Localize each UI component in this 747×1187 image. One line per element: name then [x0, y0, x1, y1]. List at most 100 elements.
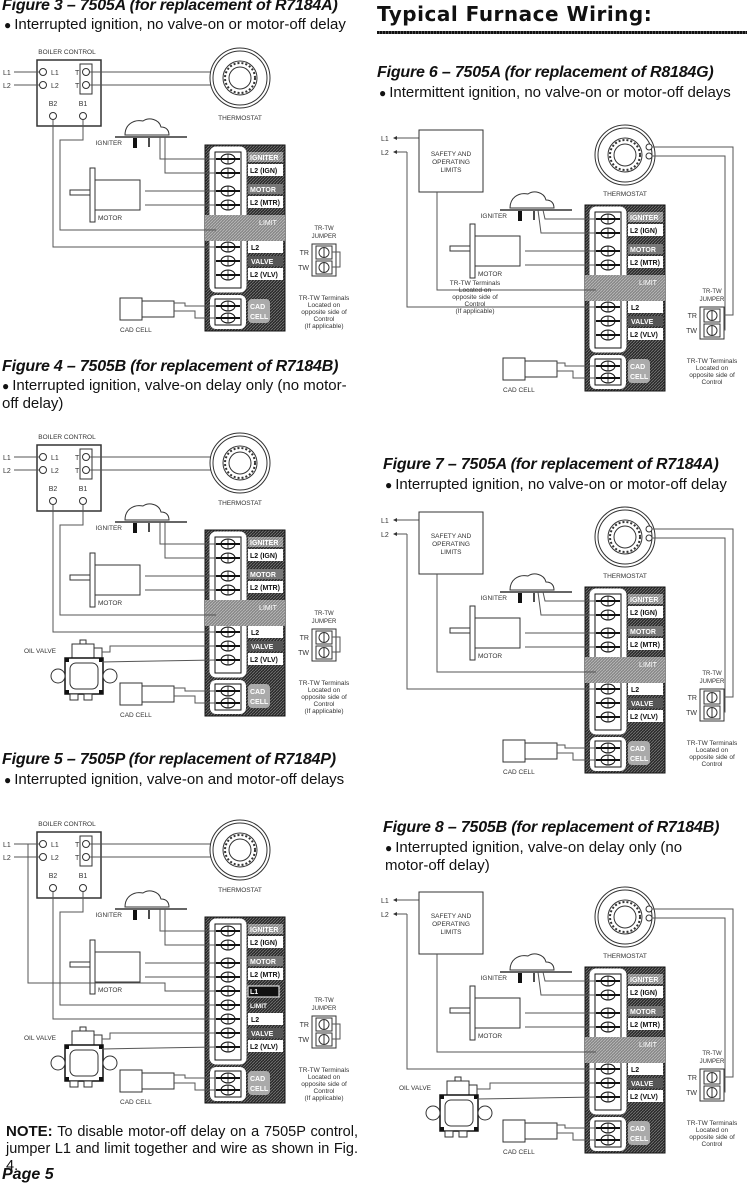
solenoid-top	[79, 639, 87, 645]
control-motor-label: MOTOR	[630, 1009, 656, 1016]
safety-limits-label: OPERATING	[432, 541, 470, 548]
pump-bolt	[99, 1077, 103, 1081]
solenoid-cap	[93, 1034, 103, 1046]
thermostat: THERMOSTAT	[594, 124, 656, 198]
thermostat-terminal	[645, 152, 653, 160]
figure-5-diagram: BOILER CONTROL L1 L1 T L2 L2 T B2 B1 THERMOSTAT IG…	[3, 819, 350, 1106]
bullet-icon: ●	[379, 86, 387, 100]
igniter-label: IGNITER	[96, 525, 123, 532]
limit-band	[205, 600, 285, 626]
jumper-tr-label: TR	[300, 635, 309, 642]
control-7505: IGNITER L2 (IGN) MOTOR L2 (MTR) LIMIT L2 VALVE…	[584, 586, 666, 774]
control-l2-vlv-label: L2 (VLV)	[250, 657, 278, 664]
motor-flange	[469, 605, 476, 661]
control-l2-vlv-label: L2 (VLV)	[250, 1044, 278, 1051]
note-text: NOTE: To disable motor-off delay on a 75…	[6, 1123, 358, 1174]
overlapping-terminals-note: Control	[465, 301, 487, 308]
terminal-t-label: T	[75, 855, 80, 862]
screw-icon	[82, 853, 90, 861]
terminal-t-label: T	[75, 70, 80, 77]
cad-cell-label: CAD CELL	[120, 327, 152, 334]
igniter-electrode	[133, 523, 137, 533]
arrow-icon	[393, 136, 397, 140]
motor-body	[94, 951, 141, 983]
bullet-icon: ●	[4, 773, 12, 787]
oil-valve-label: OIL VALVE	[399, 1085, 432, 1092]
wiring-diagram: L1 L2 SAFETY ANDOPERATINGLIMITS THERMOSTAT I…	[381, 506, 738, 776]
solenoid-top	[79, 1026, 87, 1032]
cad-cell: CAD CELL	[502, 739, 558, 776]
cad-cell-body	[502, 739, 526, 763]
cad-cell: CAD CELL	[119, 297, 175, 334]
pump-foot	[83, 693, 93, 701]
jumper-title: TR-TW	[314, 611, 334, 617]
control-l2-ign-label: L2 (IGN)	[630, 990, 657, 997]
motor-body	[94, 179, 141, 211]
jumper-tr-label: TR	[300, 250, 309, 257]
overlapping-terminals-note: opposite side of	[452, 294, 498, 301]
figure-4-description: ● Interrupted ignition, valve-on delay on…	[2, 377, 347, 412]
cad-cell-label: CAD CELL	[120, 1099, 152, 1106]
valve-wire	[476, 1096, 597, 1100]
safety-limits-label: OPERATING	[432, 921, 470, 928]
igniter: IGNITER	[481, 953, 572, 983]
control-valve-label: VALVE	[251, 1031, 274, 1038]
pump-bolt	[474, 1127, 478, 1131]
terminals-note: opposite side of	[301, 694, 347, 701]
terminal-t-label: T	[75, 83, 80, 90]
jumper-title: TR-TW	[702, 1051, 722, 1057]
pump-bolt	[65, 658, 69, 662]
control-cell-label: CELL	[630, 756, 649, 763]
control-l2-ign-label: L2 (IGN)	[250, 553, 277, 560]
cad-cell-tube	[141, 1072, 175, 1090]
figure-8-diagram: L1 L2 SAFETY ANDOPERATINGLIMITS THERMOSTAT I…	[381, 886, 738, 1156]
safety-limits-label: SAFETY AND	[431, 913, 472, 920]
tr-tw-jumper: TR-TW JUMPER TR TW TR-TW TerminalsLocated on…	[686, 289, 738, 386]
thermostat: THERMOSTAT	[209, 47, 271, 122]
terminals-note: TR-TW Terminals	[299, 295, 350, 302]
cad-cell: CAD CELL	[502, 1119, 558, 1156]
page-number: Page 5	[2, 1166, 54, 1183]
terminals-note: Located on	[308, 1074, 341, 1081]
control-valve-label: VALVE	[631, 319, 654, 326]
motor-label: MOTOR	[478, 271, 502, 278]
arrow-icon	[393, 518, 397, 522]
thermostat-label: THERMOSTAT	[603, 953, 647, 960]
line-label: L2	[3, 83, 11, 90]
igniter-label: IGNITER	[481, 975, 508, 982]
motor-label: MOTOR	[98, 987, 122, 994]
igniter-electrode	[133, 138, 137, 148]
igniter-housing	[509, 953, 555, 971]
thermostat-terminal	[645, 525, 653, 533]
igniter-electrode	[518, 593, 522, 603]
pump-port-right	[102, 668, 118, 684]
motor-shaft	[449, 627, 471, 634]
screw-icon	[79, 497, 87, 505]
motor-flange	[89, 552, 96, 608]
control-l2-label: L2	[251, 245, 259, 252]
control-l2-ign-label: L2 (IGN)	[250, 168, 277, 175]
valve-wire	[102, 1032, 216, 1040]
thermostat-center	[613, 525, 637, 549]
cad-cell-label: CAD CELL	[503, 769, 535, 776]
control-l2-mtr-label: L2 (MTR)	[250, 200, 280, 207]
bullet-icon: ●	[385, 478, 393, 492]
control-7505: IGNITER L2 (IGN) MOTOR L2 (MTR) L1 LIMIT L2 VAL…	[204, 916, 286, 1104]
control-cad-label: CAD	[250, 1076, 265, 1083]
jumper-title: TR-TW	[702, 671, 722, 677]
cad-cell-tube	[141, 300, 175, 318]
pump-face	[444, 1099, 474, 1127]
jumper-tw-label: TW	[298, 650, 309, 657]
jumper-title: TR-TW	[314, 226, 334, 232]
thermostat-center	[228, 66, 252, 90]
motor: MOTOR	[449, 605, 521, 661]
motor-body	[474, 235, 521, 267]
control-l2-label: L2	[631, 687, 639, 694]
motor-shaft	[449, 1007, 471, 1014]
overlapping-terminals-note: (If applicable)	[455, 308, 494, 315]
jumper-title: JUMPER	[312, 619, 337, 625]
figure-4-diagram: BOILER CONTROL L1 L1 T L2 L2 T B2 B1 THERMOSTAT IG…	[3, 432, 350, 719]
motor-label: MOTOR	[98, 215, 122, 222]
jumper-tr-label: TR	[688, 313, 697, 320]
pump-bolt	[65, 1077, 69, 1081]
